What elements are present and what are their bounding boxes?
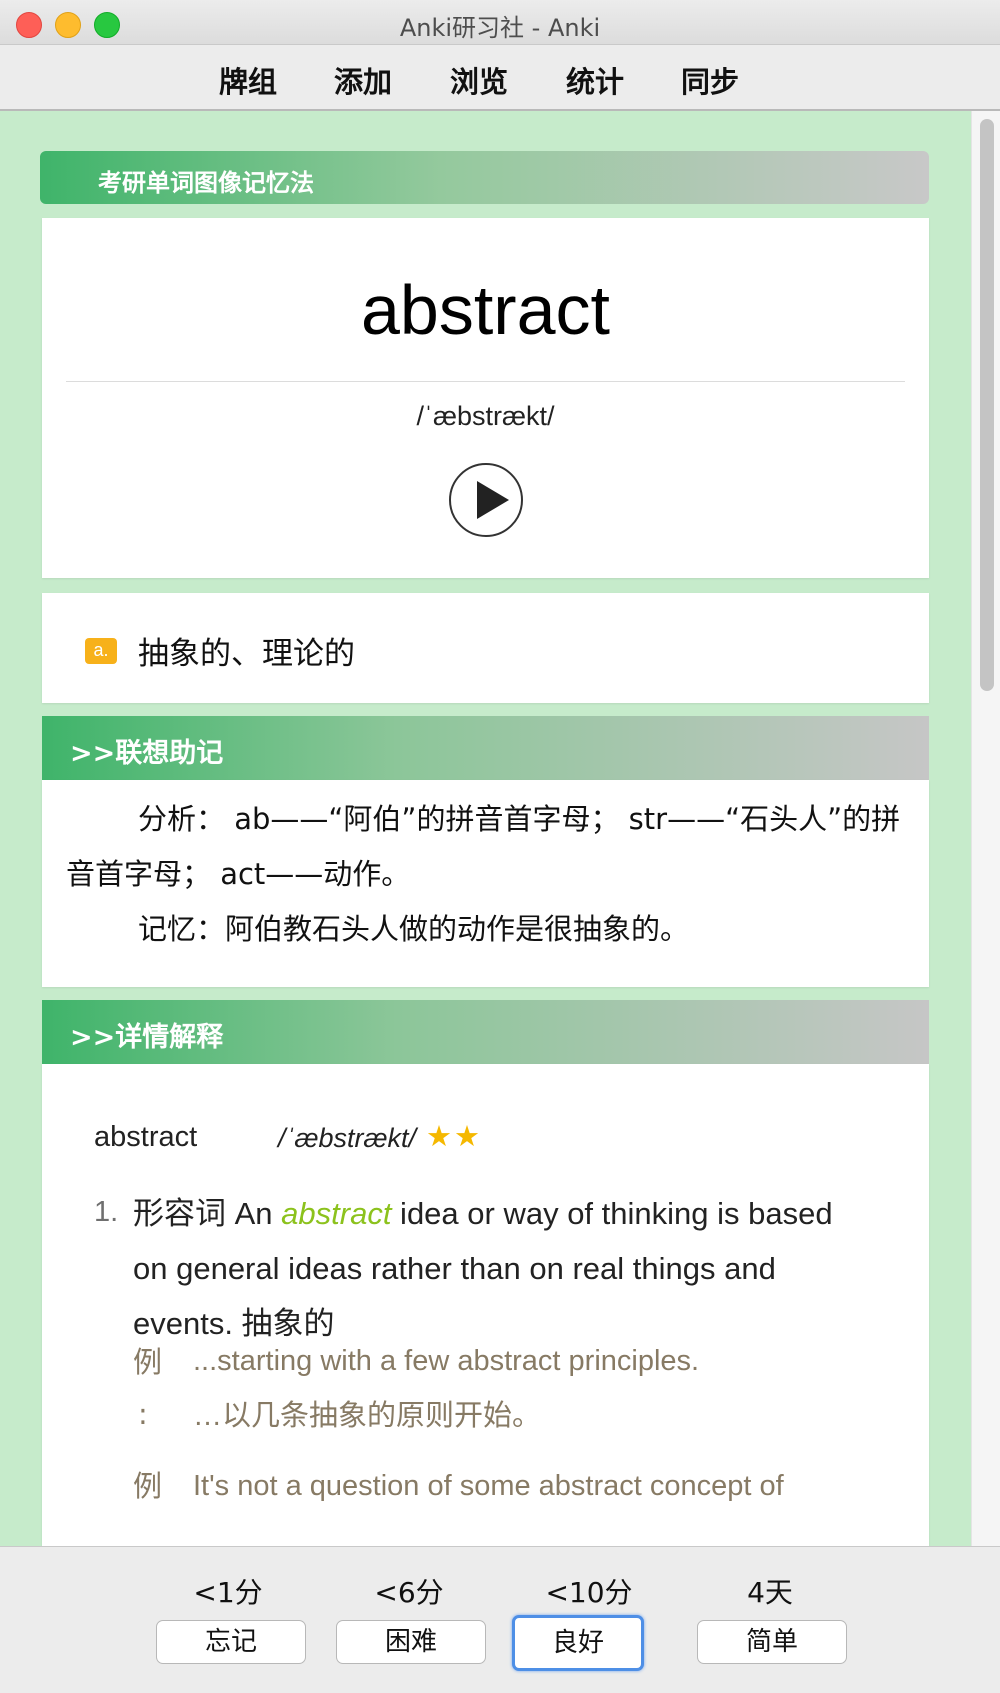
mnemonic-header: >>联想助记 [42, 716, 929, 780]
answer-bar: <1分 <6分 <10分 4天 忘记 困难 良好 简单 [0, 1546, 1000, 1693]
toolbar-sync[interactable]: 同步 [681, 59, 739, 101]
toolbar-decks[interactable]: 牌组 [219, 59, 277, 101]
word-card: abstract /ˈæbstrækt/ [42, 218, 929, 578]
card-reviewer[interactable]: 考研单词图像记忆法 abstract /ˈæbstrækt/ a. 抽象的、理论… [0, 111, 971, 1546]
sense-definition: 形容词 An abstract idea or way of thinking … [133, 1186, 873, 1351]
example-2-en: It's not a question of some abstract con… [193, 1470, 784, 1502]
detail-headword: abstract [94, 1121, 198, 1153]
detail-header: >>详情解释 [42, 1000, 929, 1064]
scrollbar[interactable] [971, 111, 1000, 1546]
hard-button[interactable]: 困难 [336, 1620, 486, 1664]
deck-banner-label: 考研单词图像记忆法 [98, 169, 314, 197]
good-button[interactable]: 良好 [512, 1615, 644, 1671]
example-1-en: ...starting with a few abstract principl… [193, 1345, 700, 1377]
window-title: Anki研习社 - Anki [399, 14, 601, 42]
mnemonic-memory: 记忆：阿伯教石头人做的动作是很抽象的。 [138, 912, 690, 946]
sense-highlight: abstract [281, 1196, 392, 1231]
play-audio-icon[interactable] [449, 463, 523, 537]
interval-hard: <6分 [374, 1576, 444, 1609]
phonetic: /ˈæbstrækt/ [416, 401, 555, 431]
title-bar: Anki研习社 - Anki [0, 0, 1000, 45]
example-label: 例 [133, 1345, 163, 1379]
scrollbar-thumb[interactable] [980, 119, 994, 691]
interval-easy: 4天 [747, 1576, 793, 1609]
divider [66, 381, 905, 382]
detail-phonetic: /ˈæbstrækt/ [278, 1123, 417, 1153]
sense-pre: 形容词 An [133, 1196, 282, 1231]
headword: abstract [361, 271, 610, 349]
example-label: 例 [133, 1469, 163, 1503]
again-button[interactable]: 忘记 [156, 1620, 306, 1664]
definition-text: 抽象的、理论的 [138, 636, 355, 672]
part-of-speech-badge: a. [85, 638, 117, 664]
detail-header-label: >>详情解释 [70, 1022, 224, 1053]
detail-card: abstract /ˈæbstrækt/ ★★ 1. 形容词 An abstra… [42, 1064, 929, 1546]
interval-good: <10分 [545, 1576, 633, 1609]
example-1-zh: …以几条抽象的原则开始。 [193, 1400, 542, 1432]
interval-again: <1分 [193, 1576, 263, 1609]
frequency-stars-icon: ★★ [426, 1119, 482, 1153]
toolbar-add[interactable]: 添加 [334, 59, 392, 101]
mnemonic-analysis: 分析： ab——“阿伯”的拼音首字母； str——“石头人”的拼音首字母； ac… [66, 802, 901, 891]
mnemonic-text: 分析： ab——“阿伯”的拼音首字母； str——“石头人”的拼音首字母； ac… [66, 792, 909, 957]
mnemonic-header-label: >>联想助记 [70, 738, 224, 769]
toolbar-stats[interactable]: 统计 [566, 59, 624, 101]
main-toolbar: 牌组 添加 浏览 统计 同步 [0, 45, 1000, 111]
deck-banner: 考研单词图像记忆法 [40, 151, 929, 204]
sense-number: 1. [94, 1196, 119, 1228]
easy-button[interactable]: 简单 [697, 1620, 847, 1664]
definition-card: a. 抽象的、理论的 [42, 593, 929, 703]
mnemonic-card: 分析： ab——“阿伯”的拼音首字母； str——“石头人”的拼音首字母； ac… [42, 780, 929, 987]
toolbar-browse[interactable]: 浏览 [450, 59, 508, 101]
example-colon: : [138, 1397, 148, 1431]
